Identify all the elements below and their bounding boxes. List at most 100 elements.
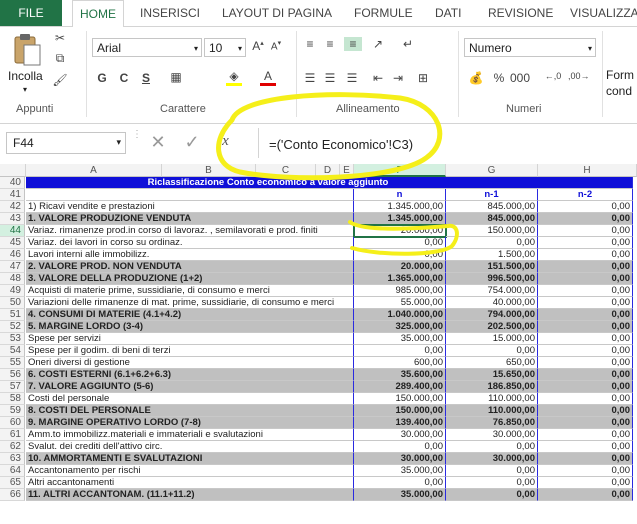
value-n-2-cell[interactable]: 0,00	[538, 213, 633, 225]
align-right-icon[interactable]: ☰	[344, 71, 360, 85]
value-n-cell[interactable]: 20.000,00	[353, 224, 447, 238]
name-box[interactable]: F44 ▾	[6, 132, 126, 154]
align-left-icon[interactable]: ☰	[302, 71, 318, 85]
row-label-cell[interactable]: 8. COSTI DEL PERSONALE	[26, 405, 354, 417]
row-label-cell[interactable]: Lavori interni alle immobilizz.	[26, 249, 354, 261]
row-header[interactable]: 55	[0, 357, 25, 369]
value-n-1-cell[interactable]: 845.000,00	[446, 213, 538, 225]
row-label-cell[interactable]: 4. CONSUMI DI MATERIE (4.1+4.2)	[26, 309, 354, 321]
value-n-2-cell[interactable]: 0,00	[538, 309, 633, 321]
tab-formule[interactable]: FORMULE	[354, 0, 413, 26]
column-header-c[interactable]: C	[256, 164, 316, 177]
value-n-1-cell[interactable]: 76.850,00	[446, 417, 538, 429]
tab-dati[interactable]: DATI	[435, 0, 461, 26]
value-n-1-cell[interactable]: 30.000,00	[446, 453, 538, 465]
row-label-cell[interactable]: Amm.to immobilizz.materiali e immaterial…	[26, 429, 354, 441]
value-n-cell[interactable]: 0,00	[354, 345, 446, 357]
row-header[interactable]: 43	[0, 213, 25, 225]
row-header[interactable]: 58	[0, 393, 25, 405]
row-header[interactable]: 46	[0, 249, 25, 261]
value-n-2-cell[interactable]: 0,00	[538, 345, 633, 357]
italic-button[interactable]: C	[116, 71, 132, 85]
row-header[interactable]: 65	[0, 477, 25, 489]
increase-decimal-icon[interactable]: ←,0	[544, 71, 562, 81]
value-n-2-cell[interactable]: 0,00	[538, 429, 633, 441]
column-header-d[interactable]: D	[316, 164, 340, 177]
value-n-cell[interactable]: 0,00	[354, 477, 446, 489]
row-header[interactable]: 59	[0, 405, 25, 417]
bold-button[interactable]: G	[94, 71, 110, 85]
tab-revisione[interactable]: REVISIONE	[488, 0, 553, 26]
value-n-1-cell[interactable]: 0,00	[446, 477, 538, 489]
value-n-cell[interactable]: 35.000,00	[354, 333, 446, 345]
value-n-1-cell[interactable]: 110.000,00	[446, 393, 538, 405]
value-n-cell[interactable]: 150.000,00	[354, 393, 446, 405]
value-n-cell[interactable]: 35.000,00	[354, 489, 446, 501]
font-color-icon[interactable]: A	[258, 69, 278, 86]
empty-cell[interactable]	[26, 189, 354, 201]
select-all-corner[interactable]	[0, 164, 26, 177]
row-label-cell[interactable]: 7. VALORE AGGIUNTO (5-6)	[26, 381, 354, 393]
font-name-select[interactable]: Arial ▾	[92, 38, 202, 57]
col-label-n-1[interactable]: n-1	[446, 189, 538, 201]
number-format-select[interactable]: Numero ▾	[464, 38, 596, 57]
value-n-2-cell[interactable]: 0,00	[538, 249, 633, 261]
row-label-cell[interactable]: 5. MARGINE LORDO (3-4)	[26, 321, 354, 333]
value-n-2-cell[interactable]: 0,00	[538, 477, 633, 489]
value-n-cell[interactable]: 20.000,00	[354, 261, 446, 273]
row-label-cell[interactable]: 2. VALORE PROD. NON VENDUTA	[26, 261, 354, 273]
tab-visualizza[interactable]: VISUALIZZA	[570, 0, 637, 26]
row-header[interactable]: 47	[0, 261, 25, 273]
value-n-1-cell[interactable]: 40.000,00	[446, 297, 538, 309]
value-n-2-cell[interactable]: 0,00	[538, 381, 633, 393]
value-n-cell[interactable]: 1.345.000,00	[354, 201, 446, 213]
row-label-cell[interactable]: Accantonamento per rischi	[26, 465, 354, 477]
value-n-2-cell[interactable]: 0,00	[538, 465, 633, 477]
row-label-cell[interactable]: 11. ALTRI ACCANTONAM. (11.1+11.2)	[26, 489, 354, 501]
value-n-2-cell[interactable]: 0,00	[538, 357, 633, 369]
value-n-2-cell[interactable]: 0,00	[538, 261, 633, 273]
row-label-cell[interactable]: Acquisti di materie prime, sussidiarie, …	[26, 285, 354, 297]
column-header-g[interactable]: G	[446, 164, 538, 177]
decrease-decimal-icon[interactable]: ,00→	[568, 71, 590, 81]
value-n-2-cell[interactable]: 0,00	[538, 453, 633, 465]
value-n-cell[interactable]: 0,00	[354, 249, 446, 261]
row-header[interactable]: 53	[0, 333, 25, 345]
value-n-2-cell[interactable]: 0,00	[538, 273, 633, 285]
sheet-title[interactable]: Riclassificazione Conto economico a valo…	[26, 177, 633, 189]
row-header[interactable]: 50	[0, 297, 25, 309]
value-n-2-cell[interactable]: 0,00	[538, 489, 633, 501]
formula-input[interactable]: =('Conto Economico'!C3)	[258, 128, 637, 158]
copy-icon[interactable]: ⧉	[52, 51, 68, 66]
value-n-cell[interactable]: 985.000,00	[354, 285, 446, 297]
row-header[interactable]: 42	[0, 201, 25, 213]
row-label-cell[interactable]: Svalut. dei crediti dell'attivo circ.	[26, 441, 354, 453]
value-n-2-cell[interactable]: 0,00	[538, 225, 633, 237]
wrap-text-icon[interactable]: ↵	[400, 37, 416, 51]
tab-home[interactable]: HOME	[72, 0, 124, 28]
shrink-font-icon[interactable]: A▾	[268, 39, 284, 52]
value-n-1-cell[interactable]: 0,00	[446, 237, 538, 249]
value-n-2-cell[interactable]: 0,00	[538, 321, 633, 333]
value-n-cell[interactable]: 30.000,00	[354, 429, 446, 441]
row-label-cell[interactable]: Spese per servizi	[26, 333, 354, 345]
column-header-f[interactable]: F	[354, 164, 446, 177]
column-header-e[interactable]: E	[340, 164, 354, 177]
paste-button[interactable]: Incolla ▾	[6, 31, 48, 99]
row-header[interactable]: 64	[0, 465, 25, 477]
row-header[interactable]: 44	[0, 225, 25, 237]
font-size-select[interactable]: 10 ▾	[204, 38, 246, 57]
value-n-1-cell[interactable]: 15.650,00	[446, 369, 538, 381]
row-label-cell[interactable]: Costi del personale	[26, 393, 354, 405]
row-header[interactable]: 62	[0, 441, 25, 453]
value-n-1-cell[interactable]: 794.000,00	[446, 309, 538, 321]
row-label-cell[interactable]: Variaz. dei lavori in corso su ordinaz.	[26, 237, 354, 249]
underline-button[interactable]: S	[138, 71, 154, 85]
row-label-cell[interactable]: Oneri diversi di gestione	[26, 357, 354, 369]
value-n-1-cell[interactable]: 0,00	[446, 465, 538, 477]
row-label-cell[interactable]: 3. VALORE DELLA PRODUZIONE (1+2)	[26, 273, 354, 285]
insert-function-button[interactable]: fx	[218, 133, 244, 150]
value-n-2-cell[interactable]: 0,00	[538, 417, 633, 429]
column-header-h[interactable]: H	[538, 164, 637, 177]
orientation-icon[interactable]: ↗	[370, 37, 386, 51]
